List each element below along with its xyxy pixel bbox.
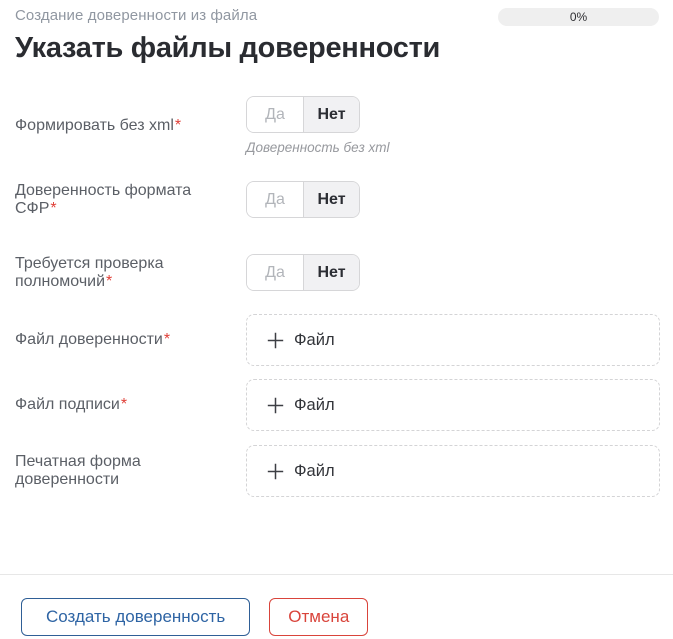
printed-form-upload-button[interactable]: Файл bbox=[246, 445, 660, 497]
field-label: Формировать без xml* bbox=[15, 117, 246, 135]
toggle-without-xml: Да Нет bbox=[246, 96, 360, 133]
required-asterisk: * bbox=[50, 200, 56, 217]
file-upload-label: Файл bbox=[294, 396, 335, 415]
poa-file-upload-button[interactable]: Файл bbox=[246, 314, 660, 366]
form-row-printed-form-file: Печатная форма доверенности Файл bbox=[15, 445, 660, 497]
progress-value: 0% bbox=[570, 10, 587, 24]
field-label-text: Требуется проверка полномочий bbox=[15, 255, 164, 290]
plus-icon bbox=[267, 397, 284, 414]
progress-bar: 0% bbox=[498, 8, 659, 26]
field-hint: Доверенность без xml bbox=[246, 140, 389, 155]
form-row-signature-file: Файл подписи* Файл bbox=[15, 379, 660, 431]
field-label: Файл подписи* bbox=[15, 396, 246, 414]
form-row-sfr-format: Доверенность формата СФР* Да Нет bbox=[15, 181, 660, 218]
required-asterisk: * bbox=[121, 396, 127, 413]
field-label-text: Формировать без xml bbox=[15, 117, 174, 134]
create-poa-button[interactable]: Создать доверенность bbox=[21, 598, 250, 636]
field-label-text: Печатная форма доверенности bbox=[15, 453, 141, 488]
toggle-sfr-format: Да Нет bbox=[246, 181, 360, 218]
field-label: Файл доверенности* bbox=[15, 331, 246, 349]
field-label: Печатная форма доверенности bbox=[15, 453, 246, 489]
signature-file-upload-button[interactable]: Файл bbox=[246, 379, 660, 431]
toggle-yes-button[interactable]: Да bbox=[247, 182, 303, 217]
toggle-no-button[interactable]: Нет bbox=[303, 255, 359, 290]
required-asterisk: * bbox=[164, 331, 170, 348]
toggle-no-button[interactable]: Нет bbox=[303, 97, 359, 132]
field-label: Доверенность формата СФР* bbox=[15, 182, 246, 218]
plus-icon bbox=[267, 332, 284, 349]
toggle-no-button[interactable]: Нет bbox=[303, 182, 359, 217]
form-row-generate-without-xml: Формировать без xml* Да Нет Доверенность… bbox=[15, 96, 660, 155]
plus-icon bbox=[267, 463, 284, 480]
field-label-text: Файл подписи bbox=[15, 396, 120, 413]
page-title: Указать файлы доверенности bbox=[15, 33, 659, 63]
cancel-button[interactable]: Отмена bbox=[269, 598, 368, 636]
poa-form: Формировать без xml* Да Нет Доверенность… bbox=[0, 96, 673, 497]
create-poa-wizard-page: Создание доверенности из файла 0% Указат… bbox=[0, 0, 673, 639]
toggle-yes-button[interactable]: Да bbox=[247, 97, 303, 132]
toggle-yes-button[interactable]: Да bbox=[247, 255, 303, 290]
wizard-header: Создание доверенности из файла 0% Указат… bbox=[0, 0, 673, 63]
file-upload-label: Файл bbox=[294, 331, 335, 350]
field-label-text: Файл доверенности bbox=[15, 331, 163, 348]
required-asterisk: * bbox=[106, 273, 112, 290]
form-row-authority-check: Требуется проверка полномочий* Да Нет bbox=[15, 254, 660, 291]
field-label-text: Доверенность формата СФР bbox=[15, 182, 191, 217]
toggle-authority-check: Да Нет bbox=[246, 254, 360, 291]
file-upload-label: Файл bbox=[294, 462, 335, 481]
form-row-poa-file: Файл доверенности* Файл bbox=[15, 314, 660, 366]
required-asterisk: * bbox=[175, 117, 181, 134]
field-label: Требуется проверка полномочий* bbox=[15, 255, 246, 291]
footer-divider bbox=[0, 574, 673, 575]
footer-actions: Создать доверенность Отмена bbox=[21, 598, 673, 636]
